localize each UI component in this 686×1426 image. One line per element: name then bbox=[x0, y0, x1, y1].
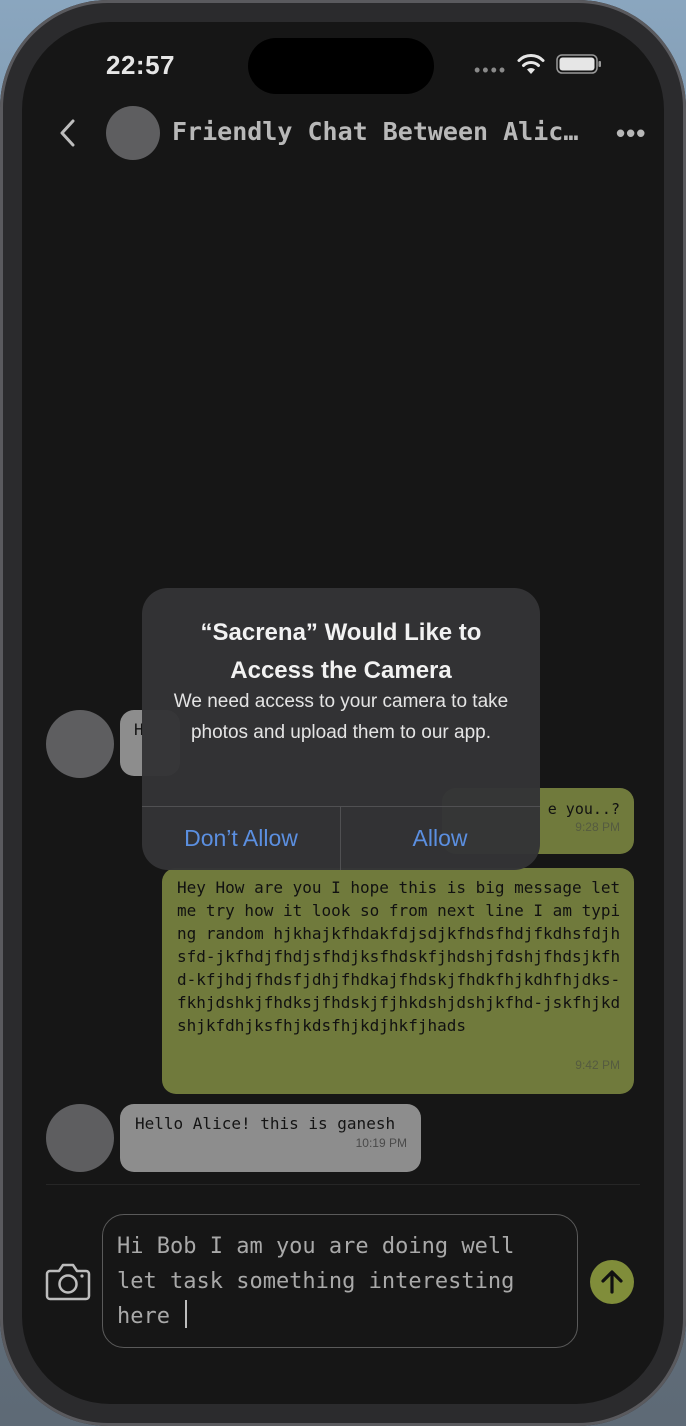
alert-message: We need access to your camera to take ph… bbox=[173, 691, 509, 743]
back-chevron-icon[interactable] bbox=[54, 118, 84, 148]
send-button[interactable] bbox=[590, 1260, 634, 1304]
composer-divider bbox=[46, 1184, 640, 1185]
allow-button[interactable]: Allow bbox=[341, 807, 539, 870]
more-options-icon[interactable]: ••• bbox=[616, 118, 646, 149]
battery-icon bbox=[556, 54, 601, 74]
text-cursor bbox=[185, 1300, 188, 1328]
message-input[interactable]: Hi Bob I am you are doing well let task … bbox=[102, 1214, 578, 1348]
outgoing-message-bubble: Hey How are you I hope this is big messa… bbox=[162, 868, 634, 1094]
camera-permission-alert: “Sacrena” Would Like to Access the Camer… bbox=[142, 588, 540, 870]
status-time: 22:57 bbox=[106, 50, 175, 80]
message-input-text[interactable]: Hi Bob I am you are doing well let task … bbox=[117, 1229, 557, 1334]
signal-dots: •••• bbox=[474, 60, 508, 80]
arrow-up-icon bbox=[601, 1270, 623, 1294]
message-time: 10:19 PM bbox=[355, 1136, 407, 1150]
message-text: Hello Alice! this is ganesh bbox=[135, 1114, 396, 1133]
message-time: 9:42 PM bbox=[575, 1058, 620, 1072]
message-time: 9:28 PM bbox=[575, 820, 620, 834]
sender-avatar bbox=[46, 710, 114, 778]
chat-title[interactable]: Friendly Chat Between Alic… bbox=[172, 117, 602, 146]
wifi-icon bbox=[517, 54, 545, 74]
dynamic-island bbox=[248, 38, 434, 94]
message-text: e you..? bbox=[547, 800, 620, 818]
camera-icon[interactable] bbox=[44, 1260, 92, 1302]
alert-title: “Sacrena” Would Like to Access the Camer… bbox=[200, 619, 482, 684]
message-text: Hey How are you I hope this is big messa… bbox=[177, 878, 630, 1035]
dont-allow-button[interactable]: Don’t Allow bbox=[142, 807, 340, 870]
input-value: Hi Bob I am you are doing well let task … bbox=[117, 1234, 528, 1329]
chat-avatar[interactable] bbox=[106, 106, 160, 160]
sender-avatar bbox=[46, 1104, 114, 1172]
incoming-message-bubble: Hello Alice! this is ganesh 10:19 PM bbox=[120, 1104, 421, 1172]
phone-frame: 22:57 •••• Friendly Chat Between Alic… •… bbox=[0, 0, 686, 1426]
app-screen: 22:57 •••• Friendly Chat Between Alic… •… bbox=[22, 22, 664, 1404]
